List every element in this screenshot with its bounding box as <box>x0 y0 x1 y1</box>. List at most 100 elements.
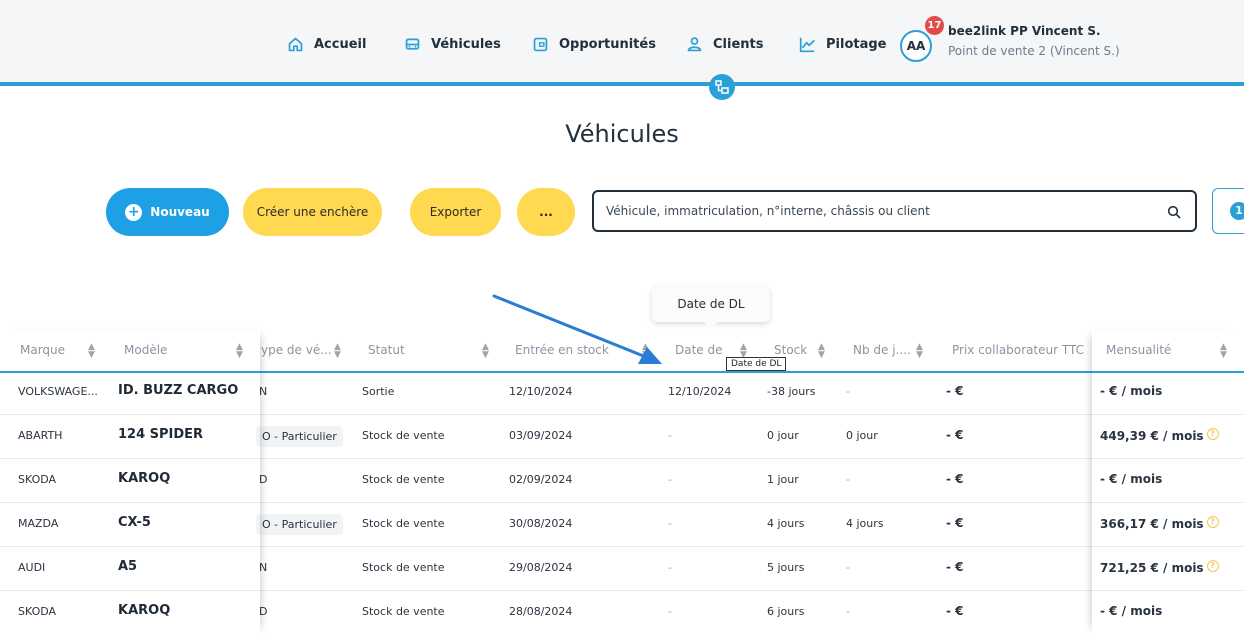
column-tooltip: Date de DL <box>652 286 770 329</box>
cell-modele: CX-5 <box>118 515 151 530</box>
cell-date-dl: - <box>668 473 672 486</box>
table-row[interactable]: VOLKSWAGE... ID. BUZZ CARGO N Sortie 12/… <box>0 371 1244 415</box>
cell-stock: 5 jours <box>767 561 805 574</box>
table-row[interactable]: ABARTH 124 SPIDER O - Particulier Stock … <box>0 415 1244 459</box>
header-type[interactable]: ype de vé... <box>261 343 332 357</box>
cell-prix: - € <box>946 384 964 398</box>
header-marque[interactable]: Marque <box>20 343 65 357</box>
sort-icon[interactable]: ▲ ▼ <box>334 343 341 360</box>
cell-modele: 124 SPIDER <box>118 427 204 442</box>
nav-label: Opportunités <box>559 37 656 52</box>
cell-prix: - € <box>946 472 964 486</box>
cell-entree: 12/10/2024 <box>509 385 573 398</box>
more-options-button[interactable]: ... <box>517 188 575 236</box>
cell-statut: Stock de vente <box>362 517 445 530</box>
cell-statut: Stock de vente <box>362 561 445 574</box>
header-date-dl[interactable]: Date de <box>675 343 723 357</box>
cell-entree: 30/08/2024 <box>509 517 573 530</box>
chart-icon <box>799 37 815 53</box>
sort-icon[interactable]: ▲ ▼ <box>236 343 243 360</box>
table-row[interactable]: SKODA KAROQ D Stock de vente 02/09/2024 … <box>0 459 1244 503</box>
cell-modele: KAROQ <box>118 603 171 618</box>
cell-stock: 1 jour <box>767 473 799 486</box>
help-icon[interactable]: ? <box>1206 560 1219 572</box>
table-row[interactable]: MAZDA CX-5 O - Particulier Stock de vent… <box>0 503 1244 547</box>
nav-item-pilotage[interactable]: Pilotage <box>799 36 886 53</box>
search-icon[interactable] <box>1167 205 1181 219</box>
home-icon <box>288 37 303 52</box>
header-mensualite[interactable]: Mensualité <box>1106 343 1171 357</box>
header-entree[interactable]: Entrée en stock <box>515 343 609 357</box>
top-navigation: Accueil Véhicules Opportunités Clients P… <box>0 0 1244 86</box>
nav-label: Véhicules <box>431 37 501 52</box>
sort-icon[interactable]: ▲ ▼ <box>916 343 923 360</box>
sort-icon[interactable]: ▲ ▼ <box>818 343 825 360</box>
cell-type: D <box>259 473 268 486</box>
header-prix[interactable]: Prix collaborateur TTC <box>952 343 1084 357</box>
table-row[interactable]: SKODA KAROQ D Stock de vente 28/08/2024 … <box>0 591 1244 634</box>
nav-item-accueil[interactable]: Accueil <box>287 36 366 53</box>
nav-item-opportunites[interactable]: Opportunités <box>532 36 656 53</box>
create-auction-button[interactable]: Créer une enchère <box>243 188 382 236</box>
app-page: Accueil Véhicules Opportunités Clients P… <box>0 0 1244 634</box>
cell-modele: ID. BUZZ CARGO <box>118 383 239 398</box>
cell-date-dl: - <box>668 605 672 618</box>
cell-entree: 28/08/2024 <box>509 605 573 618</box>
notification-badge: 17 <box>925 16 944 35</box>
cell-entree: 02/09/2024 <box>509 473 573 486</box>
wallet-icon <box>533 37 548 52</box>
cell-type: O - Particulier <box>256 426 343 447</box>
cell-prix: - € <box>946 428 964 442</box>
native-tooltip: Date de DL <box>726 357 787 371</box>
header-nb-jours[interactable]: Nb de j.... <box>853 343 911 357</box>
monthly-value: 721,25 € / mois <box>1100 561 1204 575</box>
nav-item-clients[interactable]: Clients <box>686 36 763 53</box>
sort-icon[interactable]: ▲ ▼ <box>642 343 649 360</box>
cell-entree: 03/09/2024 <box>509 429 573 442</box>
sort-icon[interactable]: ▲ ▼ <box>88 343 95 360</box>
ellipsis-icon: ... <box>539 205 553 219</box>
cell-modele: KAROQ <box>118 471 171 486</box>
cell-statut: Sortie <box>362 385 395 398</box>
new-button-label: Nouveau <box>150 205 210 219</box>
cell-modele: A5 <box>118 559 138 574</box>
cell-stock: 6 jours <box>767 605 805 618</box>
cell-mensualite: 366,17 € / mois? <box>1100 516 1219 531</box>
help-icon[interactable]: ? <box>1206 516 1219 528</box>
header-stock[interactable]: Stock <box>774 343 807 357</box>
help-icon[interactable]: ? <box>1206 428 1219 440</box>
cell-stock: 0 jour <box>767 429 799 442</box>
export-button[interactable]: Exporter <box>410 188 501 236</box>
cell-type: O - Particulier <box>256 514 343 535</box>
filter-count-badge: 1 <box>1230 202 1244 220</box>
cell-marque: AUDI <box>18 561 46 574</box>
cell-type: N <box>259 385 268 398</box>
cell-marque: MAZDA <box>18 517 59 530</box>
network-icon[interactable] <box>709 74 735 100</box>
nav-label: Pilotage <box>826 37 887 52</box>
cell-nb-jours: - <box>846 561 850 574</box>
plus-icon: + <box>125 203 143 221</box>
monthly-value: 366,17 € / mois <box>1100 517 1204 531</box>
nav-item-vehicules[interactable]: Véhicules <box>404 36 501 53</box>
page-title: Véhicules <box>565 120 679 148</box>
cell-nb-jours: - <box>846 473 850 486</box>
cell-marque: SKODA <box>18 473 57 486</box>
cell-mensualite: - € / mois <box>1100 472 1163 486</box>
cell-statut: Stock de vente <box>362 473 445 486</box>
header-statut[interactable]: Statut <box>368 343 405 357</box>
filter-button[interactable]: 1 <box>1212 188 1244 234</box>
search-placeholder: Véhicule, immatriculation, n°interne, ch… <box>606 204 930 218</box>
table-row[interactable]: AUDI A5 N Stock de vente 29/08/2024 - 5 … <box>0 547 1244 591</box>
sort-icon[interactable]: ▲ ▼ <box>1220 343 1227 360</box>
search-input[interactable]: Véhicule, immatriculation, n°interne, ch… <box>592 190 1197 232</box>
cell-prix: - € <box>946 604 964 618</box>
cell-nb-jours: - <box>846 605 850 618</box>
user-name: bee2link PP Vincent S. <box>948 24 1101 38</box>
header-modele[interactable]: Modèle <box>124 343 167 357</box>
avatar[interactable]: AA <box>900 30 932 62</box>
sort-icon[interactable]: ▲ ▼ <box>482 343 489 360</box>
cell-marque: VOLKSWAGE... <box>18 385 98 398</box>
new-button[interactable]: + Nouveau <box>106 188 229 236</box>
cell-date-dl: 12/10/2024 <box>668 385 732 398</box>
